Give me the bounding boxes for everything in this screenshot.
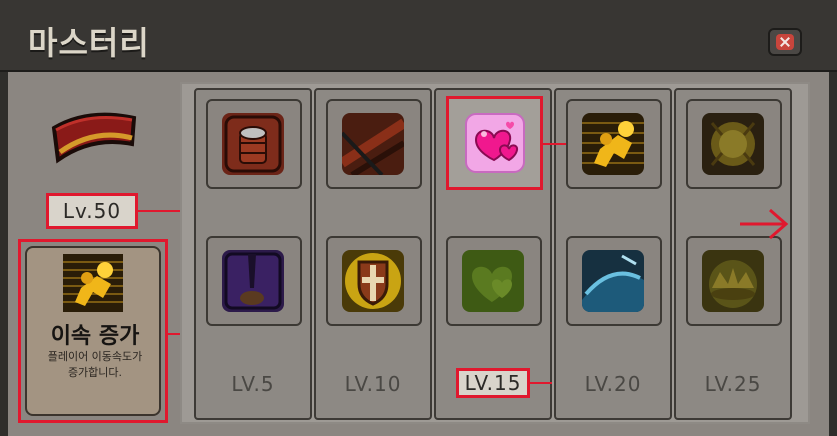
orb-icon — [702, 113, 764, 175]
heart-green-icon — [462, 250, 524, 312]
skill-slot[interactable] — [566, 236, 662, 326]
red-hat-icon — [51, 112, 137, 164]
skill-description: 플레이어 이동속도가 증가합니다. — [37, 349, 153, 381]
skill-description-line2: 증가합니다. — [67, 366, 123, 379]
skill-description-line1: 플레이어 이동속도가 — [47, 350, 143, 363]
skill-slot[interactable] — [686, 236, 782, 326]
connector-line — [543, 143, 567, 145]
dark-sword-icon — [222, 250, 284, 312]
coin-stack-icon — [222, 113, 284, 175]
running-man-icon — [582, 113, 644, 175]
column-level-label-selected: LV.15 — [456, 368, 530, 398]
character-level-badge: Lv.50 — [46, 193, 138, 229]
skill-slot[interactable] — [206, 99, 302, 189]
skill-slot[interactable] — [326, 236, 422, 326]
skill-slot-selected[interactable] — [446, 96, 543, 190]
skill-slot[interactable] — [326, 99, 422, 189]
skill-slot[interactable] — [566, 99, 662, 189]
skill-detail-inner: 이속 증가 플레이어 이동속도가 증가합니다. — [25, 246, 161, 416]
crown-icon — [702, 250, 764, 312]
arrow-right-icon[interactable] — [740, 208, 790, 240]
close-button[interactable] — [768, 28, 802, 56]
close-icon — [776, 34, 794, 50]
column-level-label: LV.5 — [231, 372, 275, 396]
column-level-label: LV.25 — [704, 372, 762, 396]
shield-cross-icon — [342, 250, 404, 312]
hearts-icon — [465, 113, 525, 173]
running-man-icon — [63, 254, 123, 312]
slash-icon — [342, 113, 404, 175]
column-level-label: LV.10 — [344, 372, 402, 396]
skill-slot[interactable] — [446, 236, 542, 326]
wave-icon — [582, 250, 644, 312]
skill-name: 이속 증가 — [50, 324, 140, 349]
skill-slot[interactable] — [206, 236, 302, 326]
mastery-window: 마스터리 Lv.50 이속 증가 플레이어 이동속도가 증가합니다. LV.5 … — [0, 0, 837, 436]
connector-line — [530, 382, 552, 384]
connector-line — [138, 210, 180, 212]
window-title: 마스터리 — [28, 24, 150, 62]
skill-slot[interactable] — [686, 99, 782, 189]
skill-detail-card: 이속 증가 플레이어 이동속도가 증가합니다. — [18, 239, 168, 423]
title-bar: 마스터리 — [0, 0, 837, 72]
column-level-label: LV.20 — [584, 372, 642, 396]
